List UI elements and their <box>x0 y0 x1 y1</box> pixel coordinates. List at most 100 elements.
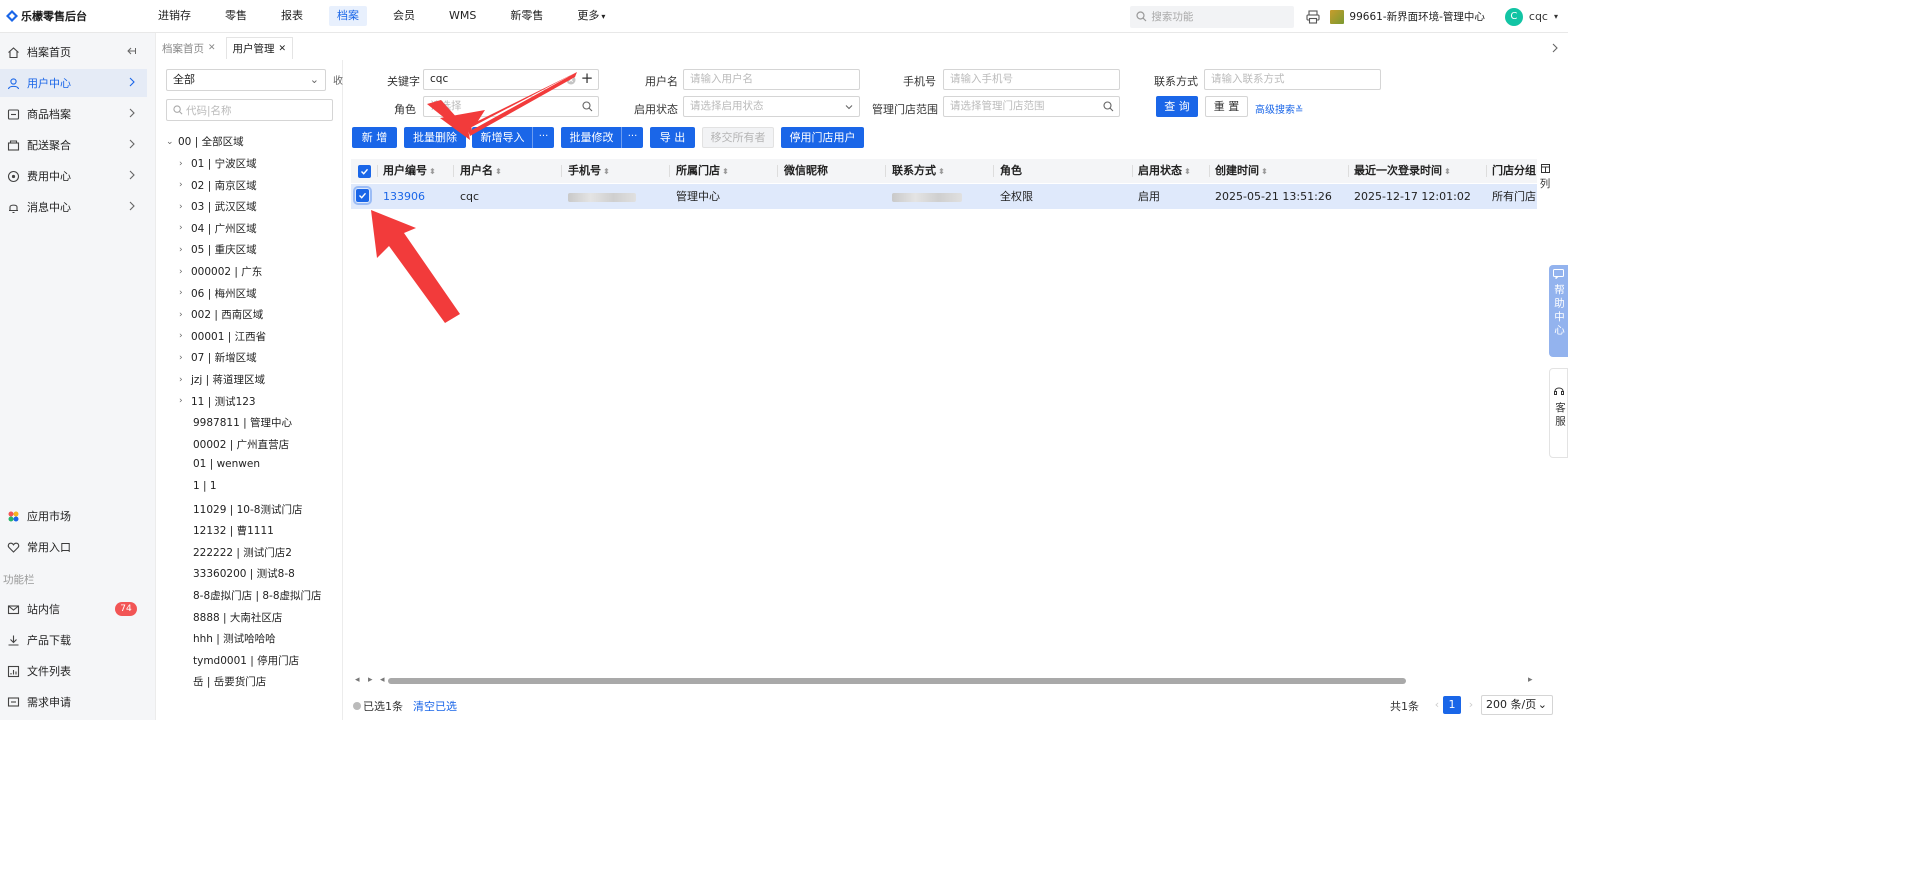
scroll-left-icon[interactable]: ◂ <box>355 675 360 685</box>
column-header-created[interactable]: 创建时间 ⬍ <box>1215 159 1268 183</box>
add-button[interactable]: 新 增 <box>352 127 397 148</box>
table-row[interactable]: 133906 cqc 管理中心 全权限 启用 2025-05-21 13:51:… <box>351 184 1537 209</box>
tree-node[interactable]: › jzj | 蒋道理区域 <box>179 372 265 387</box>
tree-node[interactable]: hhh | 测试哈哈哈 <box>193 631 276 646</box>
tree-node[interactable]: › 000002 | 广东 <box>179 264 262 279</box>
tree-node[interactable]: › 11 | 测试123 <box>179 394 256 409</box>
cell-user-id[interactable]: 133906 <box>383 184 425 209</box>
tree-node[interactable]: › 03 | 武汉区域 <box>179 199 257 214</box>
batch-import-button[interactable]: 新增导入 <box>472 127 533 148</box>
column-header-username[interactable]: 用户名 ⬍ <box>460 159 502 183</box>
transfer-owner-button[interactable]: 移交所有者 <box>702 127 774 148</box>
sidebar-item-request[interactable]: 需求申请 <box>0 688 147 716</box>
column-header-role[interactable]: 角色 <box>1000 159 1022 183</box>
query-button[interactable]: 查 询 <box>1156 96 1198 117</box>
tree-node[interactable]: 222222 | 测试门店2 <box>193 545 292 560</box>
username-input[interactable]: 请输入用户名 <box>683 69 860 90</box>
tree-node[interactable]: tymd0001 | 停用门店 <box>193 653 299 668</box>
add-keyword-icon[interactable]: + <box>577 70 597 88</box>
reset-button[interactable]: 重 置 <box>1205 96 1248 117</box>
tree-scope-select[interactable]: 全部 ⌄ <box>166 69 326 91</box>
column-header-store-group[interactable]: 门店分组 <box>1492 159 1537 183</box>
page-1-button[interactable]: 1 <box>1443 696 1461 714</box>
tree-collapse-button[interactable]: 收 <box>333 72 343 87</box>
sidebar-item-favorites[interactable]: 常用入口 <box>0 533 147 561</box>
top-nav-item-new-retail[interactable]: 新零售 <box>502 6 551 26</box>
customer-service-button[interactable]: 客服 <box>1549 368 1568 458</box>
tree-node[interactable]: 9987811 | 管理中心 <box>193 415 292 430</box>
tabs-scroll-right-icon[interactable] <box>1550 42 1560 57</box>
user-menu[interactable]: C cqc ▾ <box>1504 7 1558 26</box>
advanced-search-link[interactable]: 高级搜索≚ <box>1255 101 1303 116</box>
tab-archive-home[interactable]: 档案首页 ✕ <box>156 37 222 59</box>
export-button[interactable]: 导 出 <box>650 127 695 148</box>
tree-node[interactable]: 12132 | 曹1111 <box>193 523 274 538</box>
tree-node[interactable]: › 002 | 西南区域 <box>179 307 263 322</box>
store-range-select[interactable]: 请选择管理门店范围 <box>943 96 1120 117</box>
tab-user-management[interactable]: 用户管理 ✕ <box>225 37 294 59</box>
row-checkbox[interactable] <box>353 186 372 205</box>
tree-node[interactable]: 33360200 | 测试8-8 <box>193 566 295 581</box>
tree-node[interactable]: › 01 | 宁波区域 <box>179 156 257 171</box>
top-nav-item-wms[interactable]: WMS <box>441 6 484 26</box>
current-store-selector[interactable]: 99661-新界面环境-管理中心 <box>1330 9 1485 24</box>
page-size-select[interactable]: 200 条/页 ⌄ <box>1481 695 1553 715</box>
help-center-button[interactable]: 帮助中心 <box>1549 265 1568 357</box>
sidebar-item-user-center[interactable]: 用户中心 <box>0 69 147 97</box>
feature-search-input[interactable]: 搜索功能 <box>1130 5 1295 28</box>
column-header-wechat-nickname[interactable]: 微信昵称 <box>784 159 828 183</box>
batch-edit-more-button[interactable]: ··· <box>621 127 643 148</box>
scroll-end-icon[interactable]: ▸ <box>1528 675 1533 685</box>
column-settings-button[interactable]: 列 <box>1539 163 1551 191</box>
app-logo[interactable]: 乐檬零售后台 <box>0 8 150 24</box>
sidebar-item-goods-archive[interactable]: 商品档案 <box>0 100 147 128</box>
collapse-sidebar-icon[interactable] <box>125 45 137 60</box>
clear-input-icon[interactable] <box>566 73 576 92</box>
tree-node[interactable]: 1 | 1 <box>193 480 217 492</box>
column-header-contact[interactable]: 联系方式 ⬍ <box>892 159 945 183</box>
sidebar-item-archive-home[interactable]: 档案首页 <box>0 38 147 66</box>
tree-node[interactable]: › 02 | 南京区域 <box>179 178 257 193</box>
tree-node-root[interactable]: ⌄ 00 | 全部区域 <box>166 134 244 149</box>
batch-delete-button[interactable]: 批量删除 <box>404 127 466 148</box>
top-nav-item-report[interactable]: 报表 <box>273 6 311 26</box>
tree-node[interactable]: 01 | wenwen <box>193 458 260 470</box>
scroll-start-icon[interactable]: ◂ <box>380 675 385 685</box>
column-header-last-login[interactable]: 最近一次登录时间 ⬍ <box>1354 159 1451 183</box>
sidebar-item-fee-center[interactable]: 费用中心 <box>0 162 147 190</box>
disable-store-user-button[interactable]: 停用门店用户 <box>781 127 864 148</box>
column-header-status[interactable]: 启用状态 ⬍ <box>1138 159 1191 183</box>
tree-node[interactable]: › 04 | 广州区域 <box>179 221 257 236</box>
top-nav-item-retail[interactable]: 零售 <box>217 6 255 26</box>
sidebar-item-inbox[interactable]: 站内信 74 <box>0 595 147 623</box>
top-nav-item-archive[interactable]: 档案 <box>329 6 367 26</box>
tree-node[interactable]: 00002 | 广州直营店 <box>193 437 289 452</box>
horizontal-scrollbar[interactable] <box>388 678 1406 684</box>
contact-input[interactable]: 请输入联系方式 <box>1204 69 1381 90</box>
clear-selection-link[interactable]: 清空已选 <box>413 698 457 714</box>
tree-node[interactable]: › 07 | 新增区域 <box>179 350 257 365</box>
phone-input[interactable]: 请输入手机号 <box>943 69 1120 90</box>
column-header-store[interactable]: 所属门店 ⬍ <box>676 159 729 183</box>
tree-node[interactable]: 11029 | 10-8测试门店 <box>193 502 302 517</box>
top-nav-item-jxc[interactable]: 进销存 <box>150 6 199 26</box>
role-select[interactable]: 请选择 <box>423 96 599 117</box>
close-icon[interactable]: ✕ <box>279 44 287 54</box>
tree-node[interactable]: 岳 | 岳要货门店 <box>193 674 266 689</box>
close-icon[interactable]: ✕ <box>208 43 216 53</box>
tree-search-input[interactable]: 代码|名称 <box>166 99 333 121</box>
next-page-icon[interactable]: › <box>1462 696 1480 714</box>
column-header-user-id[interactable]: 用户编号 ⬍ <box>383 159 436 183</box>
top-nav-item-more[interactable]: 更多 ▾ <box>569 6 613 26</box>
top-nav-item-member[interactable]: 会员 <box>385 6 423 26</box>
sidebar-item-app-market[interactable]: 应用市场 <box>0 502 147 530</box>
printer-icon[interactable] <box>1306 9 1320 24</box>
sidebar-item-message-center[interactable]: 消息中心 <box>0 193 147 221</box>
sidebar-item-delivery[interactable]: 配送聚合 <box>0 131 147 159</box>
batch-import-more-button[interactable]: ··· <box>532 127 554 148</box>
batch-edit-button[interactable]: 批量修改 <box>561 127 622 148</box>
tree-node[interactable]: 8-8虚拟门店 | 8-8虚拟门店 <box>193 588 322 603</box>
tree-node[interactable]: 8888 | 大南社区店 <box>193 610 282 625</box>
tree-node[interactable]: › 00001 | 江西省 <box>179 329 266 344</box>
tree-node[interactable]: › 05 | 重庆区域 <box>179 242 257 257</box>
